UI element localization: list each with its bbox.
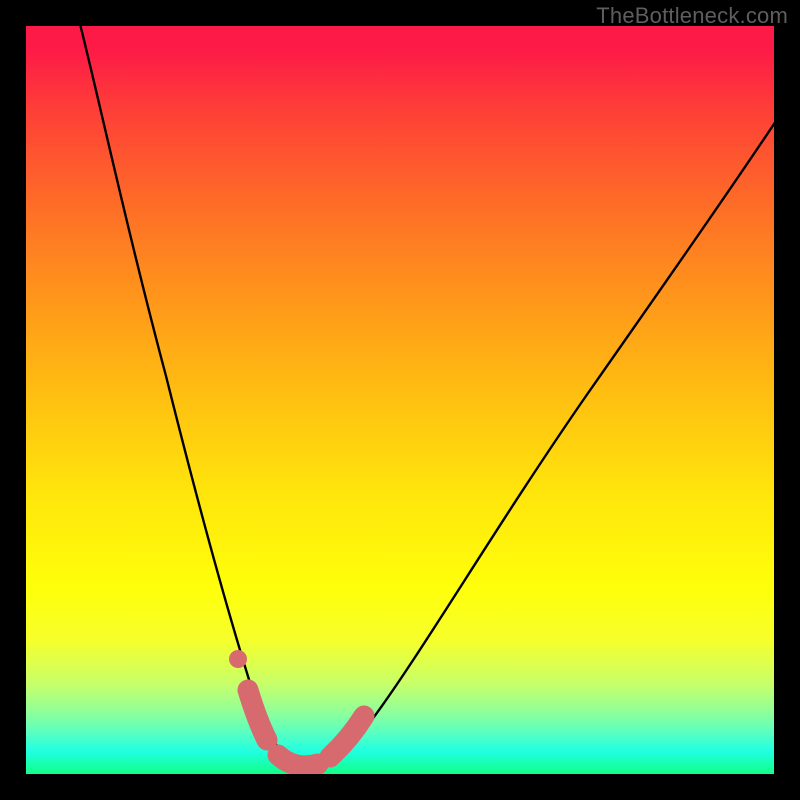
- highlight-dash-seg-3: [330, 716, 364, 757]
- highlight-dash-seg-2: [278, 755, 318, 766]
- watermark-label: TheBottleneck.com: [596, 3, 788, 29]
- highlight-dash-group: [248, 690, 364, 766]
- highlight-dot: [229, 650, 247, 668]
- highlight-dash-seg-1: [248, 690, 267, 740]
- bottleneck-curve: [78, 26, 774, 769]
- chart-area: [26, 26, 774, 774]
- chart-svg: [26, 26, 774, 774]
